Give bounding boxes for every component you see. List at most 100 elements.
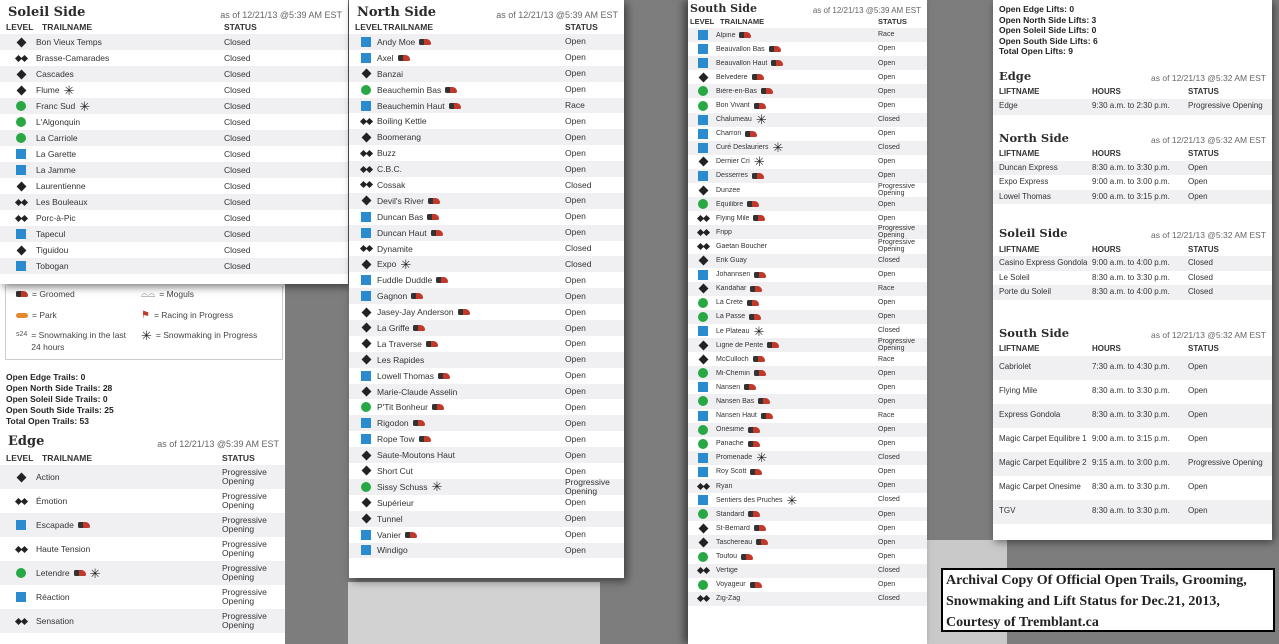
groomed-icon xyxy=(739,32,752,39)
trail-status: Closed xyxy=(224,260,251,271)
trail-level xyxy=(355,545,377,556)
trail-status: Progressive Opening xyxy=(878,337,915,353)
black-diamond-icon xyxy=(361,259,371,270)
trail-row: Duncan Bas Open xyxy=(349,209,624,225)
lift-status: Closed xyxy=(1188,287,1213,297)
trail-name-text: Les Rapides xyxy=(377,354,425,365)
trail-name-text: Boiling Kettle xyxy=(377,116,427,127)
trail-level xyxy=(690,100,716,111)
snowmaking-24-icon: s24 xyxy=(16,331,28,338)
trail-name: Devil's River xyxy=(377,196,565,206)
trail-row: L'Algonquin Closed xyxy=(0,114,348,130)
trail-status: Closed xyxy=(224,100,251,111)
col-liftname: LIFTNAME xyxy=(999,149,1040,158)
trail-level xyxy=(6,229,36,239)
trail-level xyxy=(690,255,716,266)
trail-status: Open xyxy=(565,115,586,126)
trail-name: Vanier xyxy=(377,530,565,540)
trail-name: Le Plateau ✳ xyxy=(716,325,878,338)
trail-row: Dynamite Closed xyxy=(349,241,624,257)
trail-status: Progressive Opening xyxy=(222,467,267,486)
trail-name-text: Charron xyxy=(716,130,742,138)
green-circle-icon xyxy=(698,551,708,562)
trail-name: Bon Vivant xyxy=(716,102,878,109)
lift-name: Lowel Thomas xyxy=(999,191,1051,201)
groomed-icon xyxy=(753,525,766,532)
trail-name: Équilibre xyxy=(716,201,878,208)
green-circle-icon xyxy=(698,199,708,210)
south-trail-list: Alpine Race Beauvallon Bas Open Beauvallon H… xyxy=(688,28,927,606)
trail-count: Open Soleil Side Trails: 0 xyxy=(6,394,108,404)
trail-name: Roy Scott xyxy=(716,468,878,475)
trail-row: Nansen Open xyxy=(688,380,927,394)
trail-status: Open xyxy=(878,45,896,53)
green-circle-icon xyxy=(698,438,708,449)
trail-level xyxy=(6,617,36,625)
trail-row: Erik Guay Closed xyxy=(688,253,927,268)
trail-level xyxy=(690,242,716,250)
lift-counts: Open Edge Lifts: 0 Open North Side Lifts:… xyxy=(993,0,1272,57)
trail-row: Curé Deslauriers ✳ Closed xyxy=(688,140,927,155)
trail-name-text: Windigo xyxy=(377,545,408,556)
blue-square-icon xyxy=(16,520,26,530)
groomed-icon xyxy=(748,511,761,518)
trail-row: Panache Open xyxy=(688,437,927,451)
double-black-diamond-icon xyxy=(14,54,28,62)
groomed-icon xyxy=(750,468,763,475)
trail-name-text: Alpine xyxy=(716,31,736,39)
trail-level xyxy=(690,30,716,41)
trail-status: Open xyxy=(878,510,896,518)
col-liftname: LIFTNAME xyxy=(999,344,1040,353)
trail-name: Porc-à-Pic xyxy=(36,213,224,223)
north-trail-list: Andy Moe Open Axel Open Banzai Open Beauchemin… xyxy=(349,34,624,559)
lift-name: Magic Carpet Equilibre 1 xyxy=(999,434,1087,444)
trail-status: Open xyxy=(565,211,586,222)
trail-status: Open xyxy=(565,274,586,285)
trail-name: Les Bouleaux xyxy=(36,197,224,207)
trail-level xyxy=(355,117,377,125)
trail-level xyxy=(6,261,36,271)
trail-name-text: Boomerang xyxy=(377,132,421,143)
blue-square-icon xyxy=(361,545,371,556)
col-level: LEVEL xyxy=(355,22,383,32)
trail-name-text: Flume xyxy=(36,85,60,95)
trail-level xyxy=(6,520,36,530)
trail-level xyxy=(355,195,377,206)
trail-name: Taschereau xyxy=(716,539,878,546)
trail-status: Closed xyxy=(224,244,251,255)
trail-level xyxy=(6,165,36,175)
trail-level xyxy=(355,52,377,63)
double-black-diamond-icon xyxy=(14,214,28,222)
double-black-diamond-icon xyxy=(359,117,373,125)
black-diamond-icon xyxy=(698,185,708,196)
groomed-icon xyxy=(752,356,765,363)
trail-name: Tobogan xyxy=(36,261,224,271)
trail-level xyxy=(6,149,36,159)
trail-status: Open xyxy=(878,581,896,589)
trail-name: Beauchemin Haut xyxy=(377,101,565,111)
trail-name-text: Taschereau xyxy=(716,538,753,546)
legend-snowmaking-24: s24 = Snowmaking in the last 24 hours xyxy=(16,329,136,353)
trail-name: Alpine xyxy=(716,32,878,39)
trail-row: Beauchemin Haut Race xyxy=(349,97,624,114)
groomed-icon xyxy=(753,370,766,377)
trail-level xyxy=(690,86,716,97)
trail-status: Race xyxy=(878,411,895,419)
trail-name: McCulloch xyxy=(716,356,878,363)
trail-row: La Carriole Closed xyxy=(0,130,348,146)
trail-level xyxy=(6,85,36,95)
trail-row: Haute Tension Progressive Opening xyxy=(0,537,285,561)
trail-status: Open xyxy=(565,163,586,174)
trail-name: Les Rapides xyxy=(377,355,565,365)
trail-name-text: Franc Sud xyxy=(36,101,76,111)
trail-level xyxy=(6,472,36,482)
trail-row: Bon Vieux Temps Closed xyxy=(0,34,348,50)
lift-status: Open xyxy=(1188,506,1208,516)
lift-status: Open xyxy=(1188,362,1208,372)
trail-row: Tapecul Closed xyxy=(0,226,348,242)
double-black-diamond-icon xyxy=(359,149,373,157)
blue-square-icon xyxy=(698,382,708,393)
trail-name: La Carriole xyxy=(36,133,224,143)
blue-square-icon xyxy=(698,495,708,506)
legend-snowmaking: ✳ = Snowmaking in Progress xyxy=(141,329,261,342)
